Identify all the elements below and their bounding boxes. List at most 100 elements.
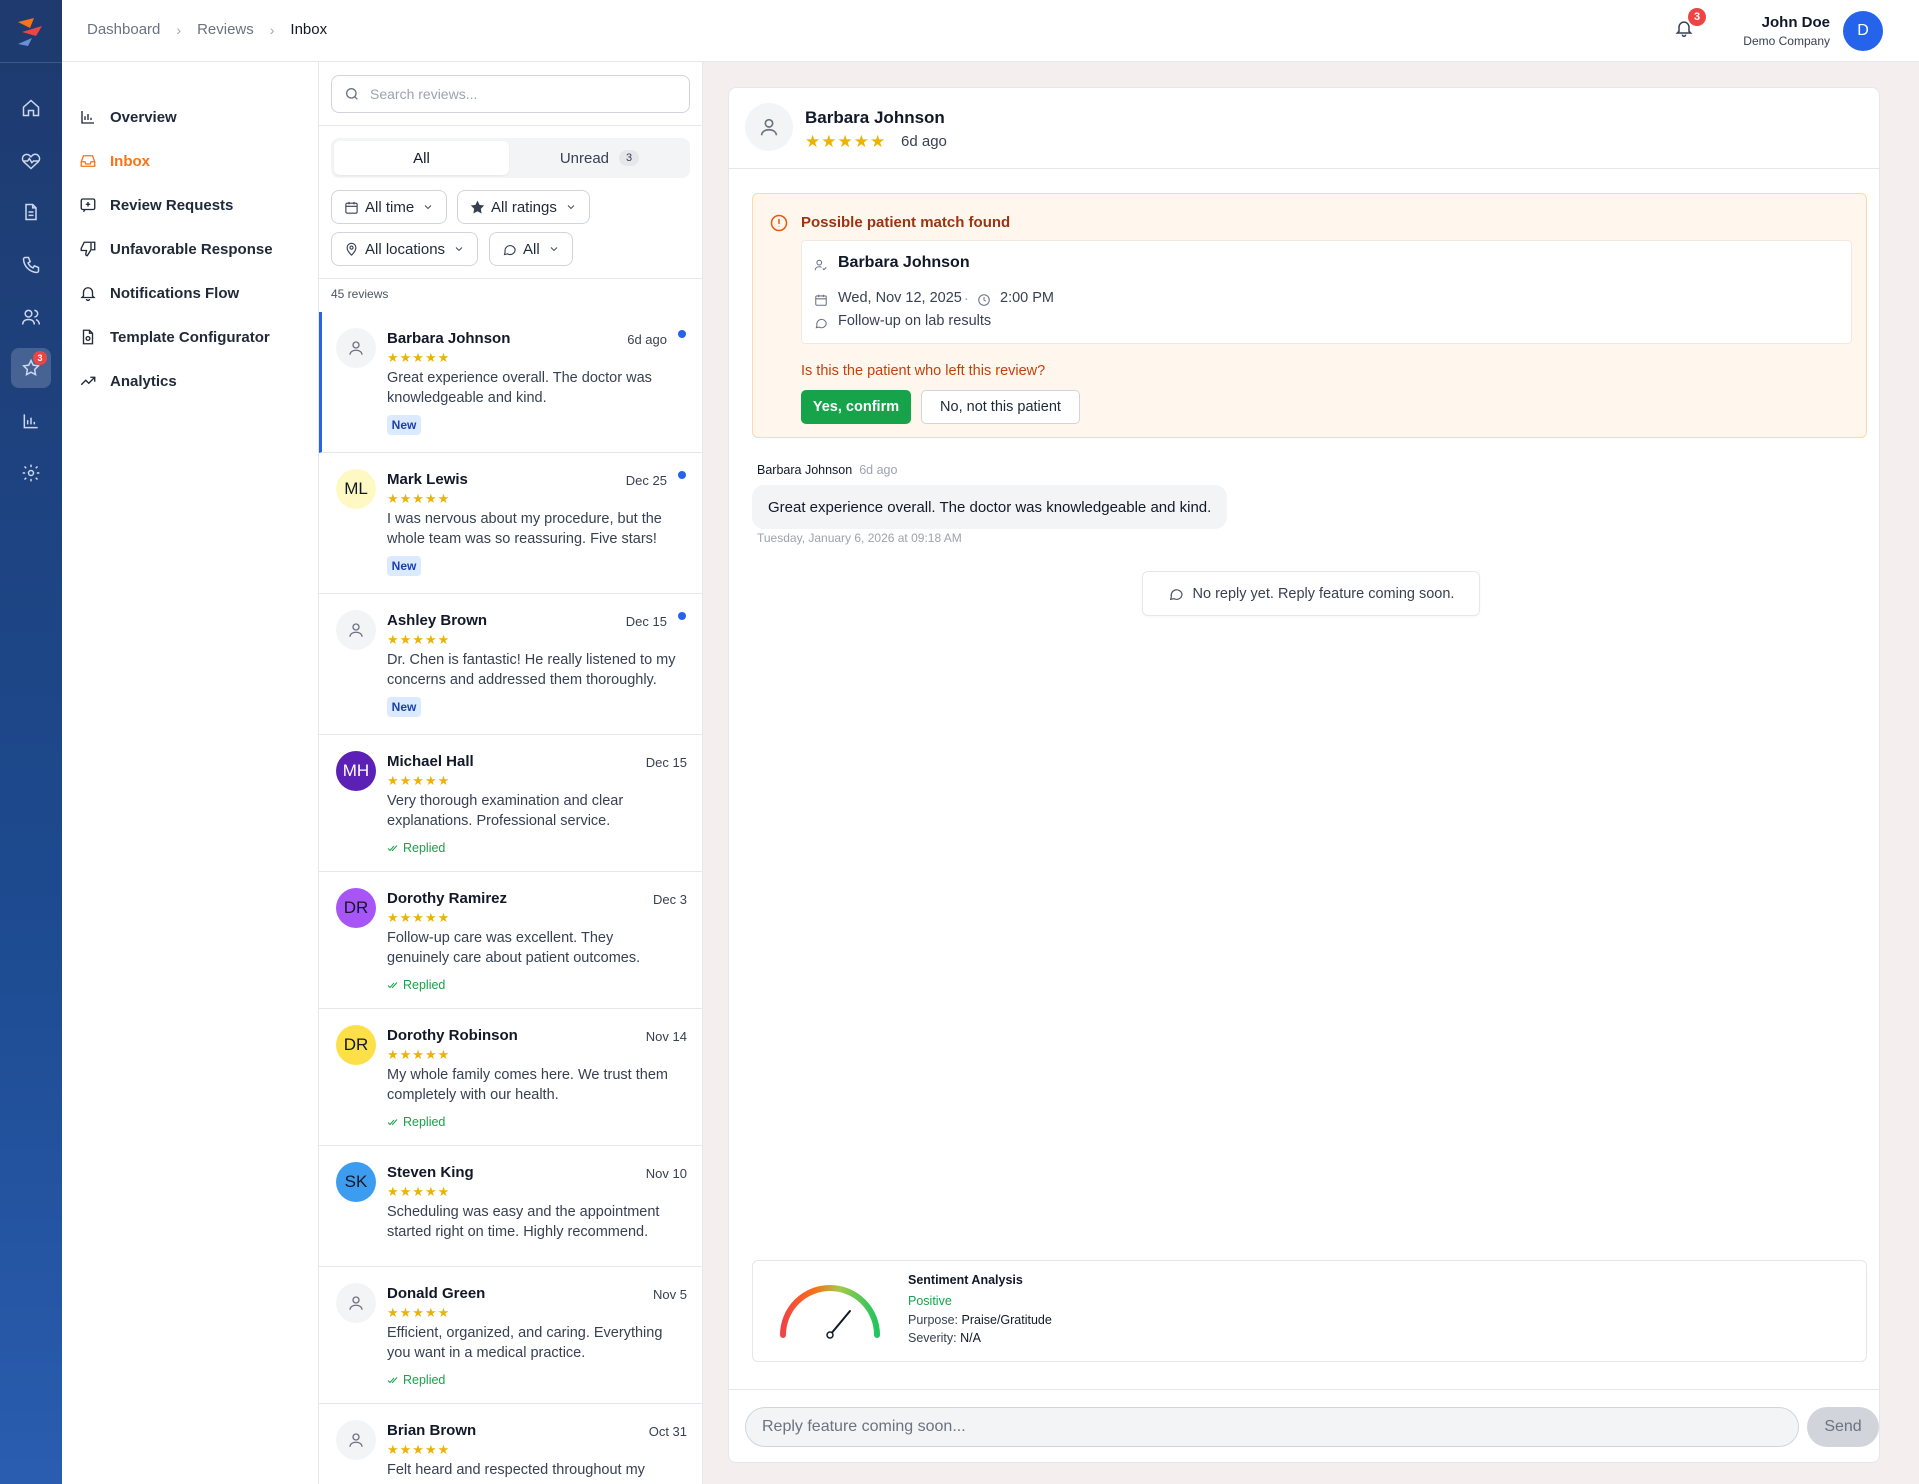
double-check-icon xyxy=(387,982,398,989)
star-rating: ★★★★★ xyxy=(387,1184,451,1199)
review-date: Dec 3 xyxy=(653,892,687,907)
star-rating: ★★★★★ xyxy=(387,1047,451,1062)
review-snippet: Dr. Chen is fantastic! He really listene… xyxy=(387,652,676,688)
reply-bar: Send xyxy=(729,1389,1879,1462)
nav-item-analytics[interactable]: Analytics xyxy=(79,372,177,390)
avatar: ML xyxy=(336,469,376,509)
reviewer-name: Brian Brown xyxy=(387,1422,477,1439)
replied-status: Replied xyxy=(387,1373,445,1387)
send-button[interactable]: Send xyxy=(1807,1407,1879,1447)
replied-label: Replied xyxy=(403,978,446,992)
review-snippet: Efficient, organized, and caring. Everyt… xyxy=(387,1325,663,1361)
nav-item-label: Template Configurator xyxy=(110,328,270,346)
locations-filter-dropdown[interactable]: All locations xyxy=(331,232,479,266)
avatar: MH xyxy=(336,751,376,791)
time-filter-dropdown[interactable]: All time xyxy=(331,190,448,224)
review-list-item[interactable]: ML Mark Lewis Dec 25 ★★★★★ I was nervous… xyxy=(319,453,702,594)
nav-item-label: Unfavorable Response xyxy=(110,240,273,258)
reviewer-name: Barbara Johnson xyxy=(387,330,511,347)
users-icon[interactable] xyxy=(11,297,51,337)
review-detail-panel: Barbara Johnson ★★★★★ 6d ago Possible pa… xyxy=(728,87,1880,1463)
review-list-item[interactable]: Donald Green Nov 5 ★★★★★ Efficient, orga… xyxy=(319,1267,702,1404)
phone-icon[interactable] xyxy=(11,245,51,285)
message-timestamp: Tuesday, January 6, 2026 at 09:18 AM xyxy=(757,531,962,545)
sentiment-purpose: Purpose: Praise/Gratitude xyxy=(908,1313,1052,1327)
nav-item-template-configurator[interactable]: Template Configurator xyxy=(79,328,270,346)
review-list-item[interactable]: SK Steven King Nov 10 ★★★★★ Scheduling w… xyxy=(319,1146,702,1267)
new-badge: New xyxy=(387,697,421,717)
alert-circle-icon xyxy=(769,213,789,233)
star-rating: ★★★★★ xyxy=(387,350,451,365)
user-avatar[interactable]: D xyxy=(1843,11,1883,51)
reject-match-button[interactable]: No, not this patient xyxy=(921,390,1080,424)
heart-pulse-icon[interactable] xyxy=(11,141,51,181)
review-snippet: Very thorough examination and clear expl… xyxy=(387,793,624,829)
star-rating: ★★★★★ xyxy=(387,1305,451,1320)
patient-match-card: Barbara Johnson Wed, Nov 12, 2025 · 2:00… xyxy=(801,240,1852,344)
reviews-badge: 3 xyxy=(33,351,47,365)
ratings-filter-dropdown[interactable]: All ratings xyxy=(457,190,590,224)
sentiment-severity: Severity: N/A xyxy=(908,1331,981,1345)
nav-item-unfavorable-response[interactable]: Unfavorable Response xyxy=(79,240,273,258)
star-reviews-icon[interactable]: 3 xyxy=(11,348,51,388)
review-list-item[interactable]: MH Michael Hall Dec 15 ★★★★★ Very thorou… xyxy=(319,735,702,872)
matched-patient-name: Barbara Johnson xyxy=(838,254,970,271)
severity-value: N/A xyxy=(960,1331,981,1345)
appointment-date: Wed, Nov 12, 2025 xyxy=(838,290,962,306)
home-icon[interactable] xyxy=(11,88,51,128)
chevron-down-icon xyxy=(424,205,432,210)
locations-filter-label: All locations xyxy=(365,240,446,258)
double-check-icon xyxy=(387,1377,398,1384)
star-rating: ★★★★★ xyxy=(387,1442,451,1457)
appointment-reason: Follow-up on lab results xyxy=(838,313,992,329)
chat-bubble-icon xyxy=(814,316,828,330)
double-check-icon xyxy=(387,1119,398,1126)
avatar: DR xyxy=(336,1025,376,1065)
review-list-item[interactable]: Ashley Brown Dec 15 ★★★★★ Dr. Chen is fa… xyxy=(319,594,702,735)
nav-item-review-requests[interactable]: Review Requests xyxy=(79,196,233,214)
ratings-filter-label: All ratings xyxy=(491,198,557,216)
user-icon xyxy=(349,623,363,637)
tab-unread[interactable]: Unread 3 xyxy=(512,141,687,175)
channel-filter-dropdown[interactable]: All xyxy=(489,232,573,266)
review-list-item[interactable]: Brian Brown Oct 31 ★★★★★ Felt heard and … xyxy=(319,1404,702,1484)
review-snippet: I was nervous about my procedure, but th… xyxy=(387,511,662,547)
sentiment-gauge xyxy=(780,1285,880,1339)
replied-label: Replied xyxy=(403,841,446,855)
avatar xyxy=(336,610,376,650)
user-name: John Doe xyxy=(1761,14,1830,31)
separator-dot: · xyxy=(964,290,969,306)
purpose-value: Praise/Gratitude xyxy=(961,1313,1052,1327)
app-logo[interactable] xyxy=(14,14,48,48)
nav-item-overview[interactable]: Overview xyxy=(79,108,177,126)
analytics-bar-icon[interactable] xyxy=(11,401,51,441)
avatar xyxy=(336,1283,376,1323)
no-reply-notice: No reply yet. Reply feature coming soon. xyxy=(1142,571,1480,616)
search-input[interactable] xyxy=(370,86,670,102)
document-icon[interactable] xyxy=(11,192,51,232)
review-list-item[interactable]: DR Dorothy Robinson Nov 14 ★★★★★ My whol… xyxy=(319,1009,702,1146)
breadcrumb-dashboard[interactable]: Dashboard xyxy=(87,21,160,38)
review-date: Dec 15 xyxy=(645,755,687,770)
user-icon xyxy=(349,341,363,355)
unread-count-badge: 3 xyxy=(619,150,640,166)
reply-input[interactable] xyxy=(745,1407,1799,1447)
review-list-item[interactable]: Barbara Johnson 6d ago ★★★★★ Great exper… xyxy=(319,312,702,453)
nav-item-label: Review Requests xyxy=(110,196,234,214)
confirm-match-button[interactable]: Yes, confirm xyxy=(801,390,911,424)
review-list-item[interactable]: DR Dorothy Ramirez Dec 3 ★★★★★ Follow-up… xyxy=(319,872,702,1009)
nav-item-notifications-flow[interactable]: Notifications Flow xyxy=(79,284,239,302)
tab-all-label: All xyxy=(413,149,430,167)
tab-all[interactable]: All xyxy=(334,141,509,175)
avatar xyxy=(745,103,793,151)
avatar xyxy=(336,1420,376,1460)
notification-bell-icon[interactable]: 3 xyxy=(1674,8,1706,42)
replied-status: Replied xyxy=(387,1115,445,1129)
breadcrumb-reviews[interactable]: Reviews xyxy=(197,21,254,38)
settings-gear-icon[interactable] xyxy=(11,453,51,493)
nav-item-inbox[interactable]: Inbox xyxy=(79,152,150,170)
search-box[interactable] xyxy=(331,75,690,113)
chevron-right-icon: › xyxy=(269,21,275,38)
review-date: Dec 15 xyxy=(625,614,667,629)
review-date: Nov 5 xyxy=(653,1287,687,1302)
